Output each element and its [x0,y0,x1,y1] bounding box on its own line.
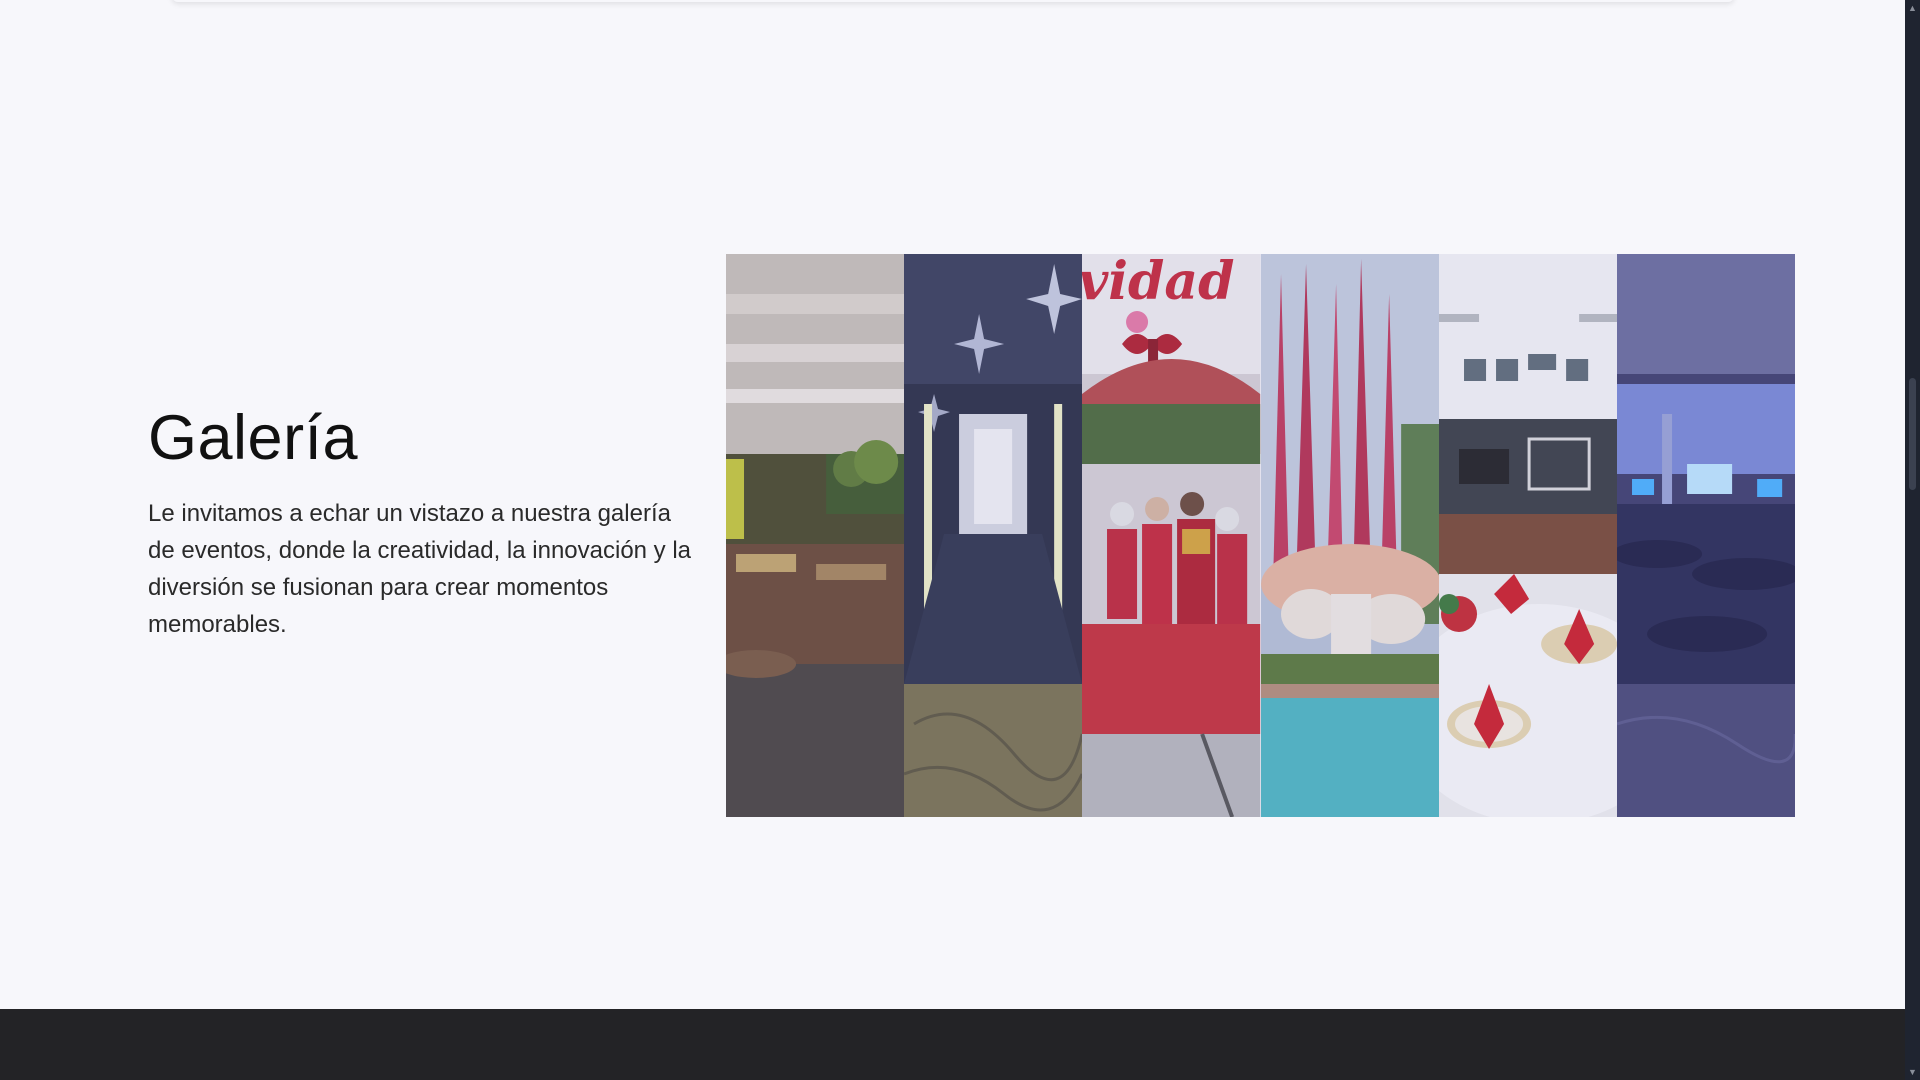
gallery-image-strip: vidad [726,254,1795,817]
gallery-image-garden-pool[interactable] [1260,254,1439,817]
scrollbar-thumb[interactable] [1909,378,1916,490]
gallery-description: Le invitamos a echar un vistazo a nuestr… [148,500,692,639]
gallery-image-banquet-hall[interactable] [726,254,905,817]
gallery-text-block: Galería Le invitamos a echar un vistazo … [148,403,708,643]
ballroom-photo [1616,254,1795,817]
gallery-image-ballroom[interactable] [1616,254,1795,817]
garden-pool-photo [1260,254,1439,817]
gallery-section: Galería Le invitamos a echar un vistazo … [0,0,1905,1009]
gallery-title: Galería [148,403,359,473]
page-viewport: Galería Le invitamos a echar un vistazo … [0,0,1905,1080]
navidad-sign-text: vidad [1082,254,1235,312]
gallery-image-navidad-group[interactable]: vidad [1082,254,1261,817]
gallery-image-walkway[interactable] [904,254,1083,817]
gallery-image-table-setting[interactable] [1438,254,1617,817]
navidad-group-photo: vidad [1082,254,1261,817]
scroll-up-arrow-icon[interactable]: ▲ [1905,0,1920,16]
walkway-photo [904,254,1083,817]
banquet-hall-photo [726,254,905,817]
page-scrollbar[interactable]: ▲ ▼ [1905,0,1920,1080]
scroll-down-arrow-icon[interactable]: ▼ [1905,1064,1920,1080]
site-footer [0,1009,1905,1080]
table-setting-photo [1438,254,1617,817]
